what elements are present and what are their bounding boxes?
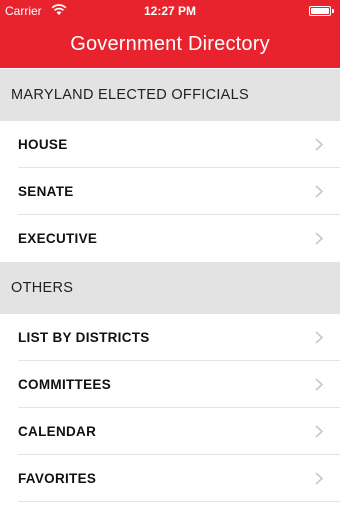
chevron-right-icon: [315, 425, 323, 438]
row-divider: [18, 501, 340, 502]
list-item-label: HOUSE: [18, 137, 68, 152]
list-item-label: COMMITTEES: [18, 377, 111, 392]
battery-icon: [309, 6, 334, 16]
chevron-right-icon: [315, 138, 323, 151]
chevron-right-icon: [315, 232, 323, 245]
list-item-label: EXECUTIVE: [18, 231, 98, 246]
list-item-senate[interactable]: SENATE: [0, 168, 340, 215]
status-time: 12:27 PM: [143, 4, 197, 18]
status-bar: Carrier 12:27 PM: [0, 0, 340, 22]
section-header-maryland-elected-officials: MARYLAND ELECTED OFFICIALS: [0, 69, 340, 121]
nav-bar: Carrier 12:27 PM Government Directory: [0, 0, 340, 68]
list-item-favorites[interactable]: FAVORITES: [0, 455, 340, 502]
list-item-committees[interactable]: COMMITTEES: [0, 361, 340, 408]
chevron-right-icon: [315, 378, 323, 391]
chevron-right-icon: [315, 472, 323, 485]
list-item-list-by-districts[interactable]: LIST BY DISTRICTS: [0, 314, 340, 361]
list-item-label: CALENDAR: [18, 424, 97, 439]
chevron-right-icon: [315, 185, 323, 198]
page-title: Government Directory: [70, 33, 270, 55]
list-item-calendar[interactable]: CALENDAR: [0, 408, 340, 455]
section-header-others: OTHERS: [0, 262, 340, 314]
list-item-executive[interactable]: EXECUTIVE: [0, 215, 340, 262]
list-item-label: LIST BY DISTRICTS: [18, 330, 150, 345]
chevron-right-icon: [315, 331, 323, 344]
list-item-label: SENATE: [18, 184, 74, 199]
list-item-label: FAVORITES: [18, 471, 97, 486]
list-item-house[interactable]: HOUSE: [0, 121, 340, 168]
